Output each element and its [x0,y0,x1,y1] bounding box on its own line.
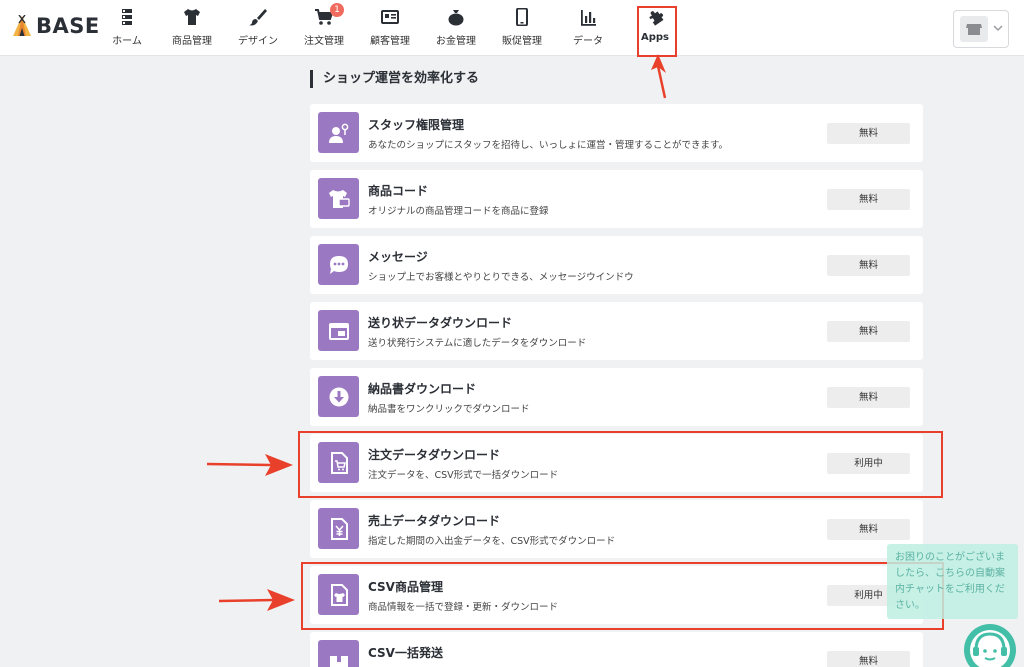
staff-icon [329,123,349,143]
app-card-staff[interactable]: スタッフ権限管理 あなたのショップにスタッフを招待し、いっしょに運営・管理するこ… [310,104,923,162]
store-switcher[interactable] [953,10,1009,48]
app-card-message[interactable]: メッセージ ショップ上でお客様とやりとりできる、メッセージウインドウ 無料 [310,236,923,294]
app-desc: ショップ上でお客様とやりとりできる、メッセージウインドウ [368,272,634,283]
nav-label: 顧客管理 [370,36,410,47]
app-status-button[interactable]: 無料 [827,321,910,342]
csv-product-highlight-box [301,562,944,630]
chat-bubble-icon [330,256,348,274]
money-bag-icon [448,10,464,26]
apps-highlight-box [637,6,677,57]
smartphone-icon [516,8,528,26]
nav-item-money[interactable]: お金管理 [424,0,488,56]
arrow-right-icon [219,589,295,611]
customer-card-icon [381,10,399,24]
app-name: CSV一括発送 [368,646,443,660]
top-header: BASE ホーム 商品管理 デザイン 1 注文管理 顧客管理 お金管理 販促管理… [0,0,1024,56]
nav-item-promotion[interactable]: 販促管理 [490,0,554,56]
nav-item-orders[interactable]: 1 注文管理 [292,0,356,56]
nav-item-design[interactable]: デザイン [226,0,290,56]
order-count-badge: 1 [330,3,344,17]
home-list-icon [122,9,132,25]
app-status-button[interactable]: 無料 [827,255,910,276]
invoice-icon [329,323,349,340]
store-icon-wrap [960,16,988,42]
sales-data-icon [331,518,348,540]
app-desc: オリジナルの商品管理コードを商品に登録 [368,206,549,217]
app-name: 送り状データダウンロード [368,316,513,330]
nav-label: お金管理 [436,36,476,47]
app-icon-box [318,178,359,219]
app-status-button[interactable]: 無料 [827,387,910,408]
app-icon-box [318,376,359,417]
app-status-button[interactable]: 無料 [827,189,910,210]
app-name: スタッフ権限管理 [368,118,465,132]
nav-item-products[interactable]: 商品管理 [160,0,224,56]
nav-item-data[interactable]: データ [556,0,620,56]
help-chat-button[interactable] [964,624,1016,667]
app-card-invoice-download[interactable]: 送り状データダウンロード 送り状発行システムに適したデータをダウンロード 無料 [310,302,923,360]
app-card-sales-data[interactable]: 売上データダウンロード 指定した期間の入出金データを、CSV形式でダウンロード … [310,500,923,558]
logo-text: BASE [36,14,100,38]
app-card-delivery-note[interactable]: 納品書ダウンロード 納品書をワンクリックでダウンロード 無料 [310,368,923,426]
section-title: ショップ運営を効率化する [310,70,479,88]
app-icon-box [318,310,359,351]
order-data-highlight-box [298,431,943,498]
app-name: 商品コード [368,184,429,198]
csv-shipping-icon [330,656,348,667]
nav-label: 販促管理 [502,36,542,47]
teepee-logo-icon [13,15,31,36]
arrow-right-icon [207,454,293,476]
app-icon-box [318,508,359,549]
app-desc: 送り状発行システムに適したデータをダウンロード [368,338,587,349]
base-logo[interactable]: BASE [12,14,100,38]
tshirt-icon [184,9,200,25]
store-icon [966,24,982,35]
brush-icon [249,9,267,26]
arrow-up-icon [651,54,667,99]
download-icon [329,387,349,407]
nav-label: 商品管理 [172,36,212,47]
app-icon-box [318,112,359,153]
nav-label: デザイン [238,36,278,47]
app-icon-box [318,244,359,285]
help-chat-bubble[interactable]: お困りのことがございましたら、こちらの自動案内チャットをご利用ください。 [887,544,1018,619]
app-card-csv-shipping[interactable]: CSV一括発送 無料 [310,632,923,667]
app-status-button[interactable]: 無料 [827,519,910,540]
app-status-button[interactable]: 無料 [827,651,910,667]
nav-item-home[interactable]: ホーム [95,0,159,56]
app-desc: 指定した期間の入出金データを、CSV形式でダウンロード [368,536,616,547]
bar-chart-icon [581,10,596,26]
nav-label: 注文管理 [304,36,344,47]
nav-label: データ [573,36,603,47]
chevron-down-icon [993,25,1003,32]
nav-item-customers[interactable]: 顧客管理 [358,0,422,56]
app-name: 売上データダウンロード [368,514,501,528]
app-name: メッセージ [368,250,428,264]
support-agent-icon [970,630,1010,667]
app-name: 納品書ダウンロード [368,382,477,396]
app-icon-box [318,640,359,667]
nav-label: ホーム [112,36,142,47]
product-code-icon [329,190,350,208]
app-status-button[interactable]: 無料 [827,123,910,144]
app-desc: あなたのショップにスタッフを招待し、いっしょに運営・管理することができます。 [368,140,729,151]
app-card-product-code[interactable]: 商品コード オリジナルの商品管理コードを商品に登録 無料 [310,170,923,228]
app-desc: 納品書をワンクリックでダウンロード [368,404,530,415]
